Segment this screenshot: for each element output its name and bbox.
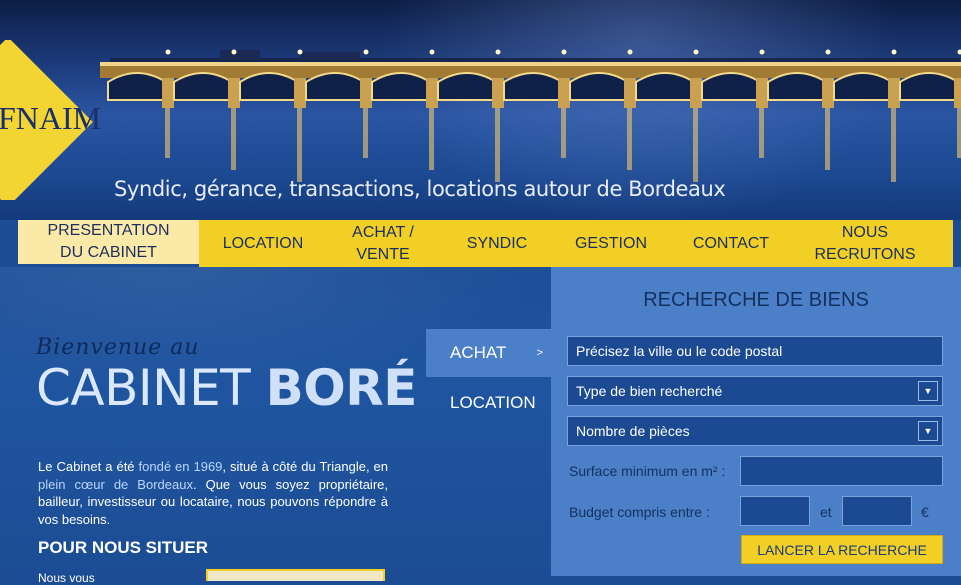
main-nav: PRESENTATION DU CABINET LOCATION ACHAT / V…: [0, 220, 961, 267]
search-title: RECHERCHE DE BIENS: [551, 289, 961, 312]
select-value: Nombre de pièces: [576, 423, 690, 439]
title-light: CABINET: [36, 359, 250, 417]
welcome-script: Bienvenue au: [36, 335, 199, 360]
tab-achat[interactable]: ACHAT >: [426, 329, 551, 377]
nav-label: GESTION: [575, 233, 647, 255]
tab-location[interactable]: LOCATION: [426, 379, 551, 427]
nav-item-contact[interactable]: CONTACT: [683, 220, 779, 267]
nav-label: ACHAT /: [352, 224, 414, 241]
title-bold: BORÉ: [266, 359, 417, 417]
select-value: Type de bien recherché: [576, 383, 722, 399]
rooms-select[interactable]: Nombre de pièces ▼: [567, 416, 943, 446]
property-type-select[interactable]: Type de bien recherché ▼: [567, 376, 943, 406]
city-field[interactable]: [567, 336, 943, 366]
surface-input[interactable]: [740, 456, 943, 486]
nav-item-achat-vente[interactable]: ACHAT / VENTE: [333, 220, 433, 267]
nav-label: CONTACT: [693, 233, 769, 255]
nav-item-location[interactable]: LOCATION: [210, 220, 316, 267]
euro-symbol: €: [921, 504, 929, 520]
tagline: Syndic, gérance, transactions, locations…: [114, 177, 725, 201]
chevron-down-icon[interactable]: ▼: [918, 381, 938, 401]
nav-edge-left: [0, 220, 18, 267]
search-button[interactable]: LANCER LA RECHERCHE: [741, 535, 943, 564]
budget-label: Budget compris entre :: [569, 504, 710, 520]
nav-label: NOUS: [842, 224, 888, 241]
chevron-down-icon[interactable]: ▼: [918, 421, 938, 441]
nav-label: RECRUTONS: [814, 246, 915, 263]
nav-label: VENTE: [356, 246, 409, 263]
nav-edge-right: [953, 220, 961, 267]
nav-item-syndic[interactable]: SYNDIC: [452, 220, 542, 267]
nav-label: SYNDIC: [467, 233, 527, 255]
budget-max-input[interactable]: [842, 496, 912, 526]
nav-item-gestion[interactable]: GESTION: [563, 220, 659, 267]
budget-and-text: et: [820, 504, 832, 520]
logo-text: FNAIM: [0, 100, 101, 137]
situer-heading: POUR NOUS SITUER: [38, 538, 208, 558]
intro-highlight: plein cœur de Bordeaux: [38, 477, 193, 492]
tab-label: LOCATION: [450, 393, 536, 413]
chevron-right-icon: >: [537, 347, 543, 359]
nav-label: PRESENTATION: [47, 222, 169, 239]
intro-text: Le Cabinet a été: [38, 459, 139, 474]
intro-text: , situé à côté du Triangle, en: [222, 459, 388, 474]
situer-text: Nous vous: [38, 571, 95, 585]
search-panel: RECHERCHE DE BIENS Type de bien recherch…: [551, 267, 961, 576]
nav-label: LOCATION: [223, 233, 304, 255]
intro-paragraph: Le Cabinet a été fondé en 1969, situé à …: [38, 458, 388, 528]
header-banner: FNAIM Syndic, gérance, transactions, loc…: [0, 0, 961, 220]
nav-item-presentation[interactable]: PRESENTATION DU CABINET: [18, 220, 199, 267]
nav-label: DU CABINET: [60, 244, 157, 261]
cabinet-title: CABINET BORÉ: [36, 359, 417, 417]
map-thumbnail[interactable]: [206, 569, 385, 581]
city-input[interactable]: [576, 343, 942, 359]
nav-item-recrutons[interactable]: NOUS RECRUTONS: [805, 220, 925, 267]
intro-highlight: fondé en 1969: [139, 459, 223, 474]
budget-min-input[interactable]: [740, 496, 810, 526]
tab-label: ACHAT: [450, 343, 506, 363]
surface-label: Surface minimum en m² :: [569, 463, 725, 479]
